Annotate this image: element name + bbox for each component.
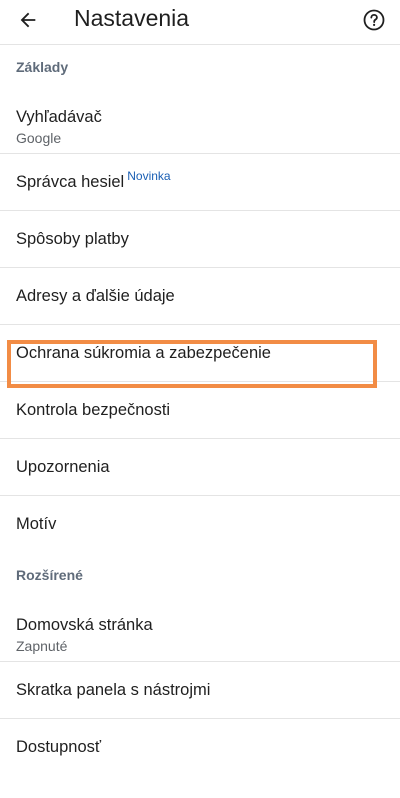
setting-homepage[interactable]: Domovská stránka Zapnuté (0, 595, 400, 662)
help-circle-icon (363, 9, 385, 31)
setting-label: Upozornenia (16, 458, 110, 476)
setting-label: Dostupnosť (16, 738, 102, 756)
setting-privacy-security[interactable]: Ochrana súkromia a zabezpečenie (0, 325, 400, 382)
setting-payment-methods[interactable]: Spôsoby platby (0, 211, 400, 268)
section-header-basics: Základy (16, 59, 69, 75)
back-button[interactable] (10, 2, 46, 38)
app-bar: Nastavenia (0, 0, 400, 45)
setting-label: Spôsoby platby (16, 230, 129, 248)
setting-label: Ochrana súkromia a zabezpečenie (16, 344, 271, 362)
setting-safety-check[interactable]: Kontrola bezpečnosti (0, 382, 400, 439)
setting-notifications[interactable]: Upozornenia (0, 439, 400, 496)
setting-label: Domovská stránka (16, 616, 153, 634)
page-title: Nastavenia (74, 5, 190, 31)
setting-theme[interactable]: Motív (0, 496, 400, 553)
setting-password-manager[interactable]: Správca hesiel Novinka (0, 154, 400, 211)
setting-label: Skratka panela s nástrojmi (16, 681, 211, 699)
setting-label: Kontrola bezpečnosti (16, 401, 171, 419)
setting-toolbar-shortcut[interactable]: Skratka panela s nástrojmi (0, 662, 400, 719)
setting-label: Správca hesiel (16, 173, 125, 191)
setting-addresses[interactable]: Adresy a ďalšie údaje (0, 268, 400, 325)
setting-label: Adresy a ďalšie údaje (16, 287, 175, 305)
setting-search-engine[interactable]: Vyhľadávač Google (0, 87, 400, 154)
setting-accessibility[interactable]: Dostupnosť (0, 719, 400, 776)
section-header-advanced: Rozšírené (16, 567, 83, 583)
setting-label: Motív (16, 515, 57, 533)
setting-summary: Zapnuté (16, 638, 68, 654)
setting-summary: Google (16, 130, 62, 146)
new-badge: Novinka (127, 169, 171, 183)
arrow-left-icon (20, 12, 36, 28)
help-button[interactable] (356, 2, 392, 38)
setting-label: Vyhľadávač (16, 108, 102, 126)
